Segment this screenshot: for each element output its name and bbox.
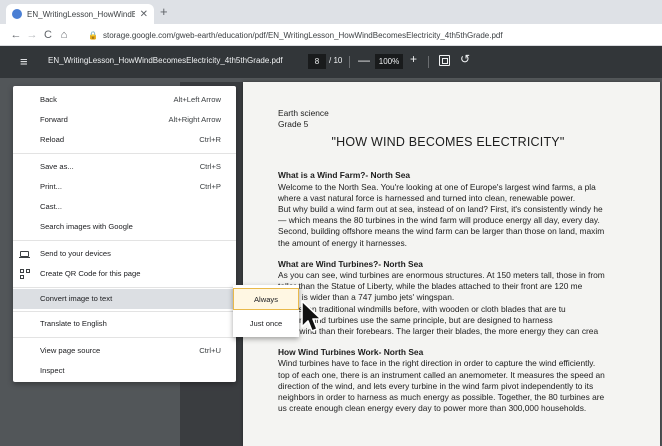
menu-divider: [13, 240, 236, 241]
page-number-input[interactable]: 8: [308, 54, 326, 69]
menu-item-label: View page source: [40, 346, 101, 355]
browser-toolbar: ← → C ⌂ 🔒 storage.google.com/gweb-earth/…: [0, 24, 662, 46]
tab-title: EN_WritingLesson_HowWindBec: [27, 9, 135, 19]
zoom-in-button[interactable]: +: [410, 52, 417, 66]
submenu-item-always[interactable]: Always: [233, 288, 299, 310]
url-text[interactable]: storage.google.com/gweb-earth/education/…: [103, 31, 503, 40]
paragraph-line: direction of the wind, and lets every tu…: [278, 380, 594, 391]
paragraph-line: Second, building offshore means the wind…: [278, 226, 605, 237]
menu-item-label: Translate to English: [40, 319, 107, 328]
menu-item-shortcut: Alt+Right Arrow: [168, 115, 221, 124]
paragraph-line: top of each one, there is an instrument …: [278, 369, 605, 380]
browser-tab[interactable]: EN_WritingLesson_HowWindBec ✕: [6, 4, 154, 24]
zoom-out-button[interactable]: —: [358, 53, 370, 67]
menu-item-reload[interactable]: Reload Ctrl+R: [13, 130, 236, 150]
rotate-icon[interactable]: ↺: [460, 52, 470, 66]
menu-item-label: Send to your devices: [40, 249, 111, 258]
paragraph-line: Wind turbines have to face in the right …: [278, 358, 596, 369]
menu-item-label: Inspect: [40, 366, 65, 375]
mouse-cursor-icon: [301, 300, 322, 332]
paragraph-line: Welcome to the North Sea. You're looking…: [278, 181, 596, 192]
menu-item-label: Convert image to text: [40, 294, 113, 303]
menu-item-translate[interactable]: Translate to English: [13, 314, 236, 334]
menu-divider: [13, 153, 236, 154]
menu-item-back[interactable]: Back Alt+Left Arrow: [13, 90, 236, 110]
paragraph-line: which is wider than a 747 jumbo jets' wi…: [278, 292, 455, 303]
reload-icon[interactable]: C: [40, 29, 56, 41]
back-icon[interactable]: ←: [8, 29, 24, 41]
paragraph-line: more wind than their forebears. The larg…: [278, 326, 599, 337]
qr-code-icon: [20, 269, 30, 279]
lock-icon: 🔒: [88, 30, 98, 40]
zoom-level-input[interactable]: 100%: [375, 54, 403, 69]
menu-item-label: Cast...: [40, 202, 62, 211]
paragraph-line: But why build a wind farm out at sea, in…: [278, 204, 603, 215]
menu-icon[interactable]: ≡: [20, 54, 28, 70]
convert-submenu: Always Just once: [233, 285, 299, 337]
menu-item-create-qr[interactable]: Create QR Code for this page: [13, 264, 236, 284]
paragraph-line: the amount of energy it harnesses.: [278, 237, 407, 248]
new-tab-icon[interactable]: +: [160, 5, 168, 19]
doc-grade: Grade 5: [278, 119, 309, 130]
document-text: Earth science Grade 5 "HOW WIND BECOMES …: [278, 108, 660, 414]
section-heading: How Wind Turbines Work- North Sea: [278, 347, 424, 358]
page-total: / 10: [329, 56, 343, 65]
fit-to-page-icon[interactable]: [439, 55, 450, 66]
address-bar[interactable]: 🔒 storage.google.com/gweb-earth/educatio…: [88, 27, 656, 43]
menu-divider: [13, 287, 236, 288]
laptop-icon: [19, 251, 30, 258]
close-tab-icon[interactable]: ✕: [140, 9, 148, 20]
menu-item-save-as[interactable]: Save as... Ctrl+S: [13, 157, 236, 177]
section-heading: What is a Wind Farm?- North Sea: [278, 170, 411, 181]
toolbar-divider: [349, 56, 350, 68]
menu-item-shortcut: Ctrl+S: [199, 162, 221, 171]
tab-strip: EN_WritingLesson_HowWindBec ✕ +: [0, 0, 662, 24]
toolbar-divider: [428, 56, 429, 68]
pdf-page: Earth science Grade 5 "HOW WIND BECOMES …: [243, 82, 660, 446]
menu-item-forward[interactable]: Forward Alt+Right Arrow: [13, 110, 236, 130]
menu-item-label: Reload: [40, 135, 65, 144]
context-menu: Back Alt+Left Arrow Forward Alt+Right Ar…: [13, 86, 236, 382]
menu-item-label: Forward: [40, 115, 68, 124]
forward-icon[interactable]: →: [24, 29, 40, 41]
menu-item-cast[interactable]: Cast...: [13, 197, 236, 217]
menu-item-label: Create QR Code for this page: [40, 269, 141, 278]
doc-subject: Earth science: [278, 108, 329, 118]
paragraph-line: neighbors in order to harness as much en…: [278, 392, 605, 403]
menu-item-view-source[interactable]: View page source Ctrl+U: [13, 341, 236, 361]
menu-item-shortcut: Alt+Left Arrow: [173, 95, 221, 104]
menu-item-search-images[interactable]: Search images with Google: [13, 217, 236, 237]
paragraph-line: where a vast natural force is harnessed …: [278, 192, 576, 203]
menu-divider: [13, 337, 236, 338]
menu-item-label: Search images with Google: [40, 222, 133, 231]
menu-item-convert-image-to-text[interactable]: Convert image to text: [13, 289, 236, 309]
menu-item-label: Print...: [40, 182, 62, 191]
menu-item-send-to-devices[interactable]: Send to your devices: [13, 244, 236, 264]
pdf-file-title: EN_WritingLesson_HowWindBecomesElectrici…: [48, 56, 283, 65]
paragraph-line: us create enough clean energy every day …: [278, 403, 587, 414]
paragraph-line: Modern wind turbines use the same princi…: [278, 314, 553, 325]
submenu-item-just-once[interactable]: Just once: [233, 313, 299, 335]
menu-item-label: Save as...: [40, 162, 74, 171]
pdf-toolbar: ≡ EN_WritingLesson_HowWindBecomesElectri…: [0, 46, 662, 78]
favicon-icon: [12, 9, 22, 19]
menu-item-label: Back: [40, 95, 57, 104]
paragraph-line: — which means the 80 turbines in the win…: [278, 215, 600, 226]
menu-item-shortcut: Ctrl+R: [199, 135, 221, 144]
section-heading: What are Wind Turbines?- North Sea: [278, 258, 423, 269]
menu-item-print[interactable]: Print... Ctrl+P: [13, 177, 236, 197]
paragraph-line: As you can see, wind turbines are enormo…: [278, 270, 605, 281]
menu-divider: [13, 311, 236, 312]
paragraph-line: taller than the Statue of Liberty, while…: [278, 281, 583, 292]
paragraph-line: have seen traditional windmills before, …: [278, 303, 566, 314]
home-icon[interactable]: ⌂: [56, 29, 72, 41]
doc-title: "HOW WIND BECOMES ELECTRICITY": [331, 135, 565, 150]
menu-item-shortcut: Ctrl+U: [199, 346, 221, 355]
menu-item-shortcut: Ctrl+P: [199, 182, 221, 191]
menu-item-inspect[interactable]: Inspect: [13, 361, 236, 381]
